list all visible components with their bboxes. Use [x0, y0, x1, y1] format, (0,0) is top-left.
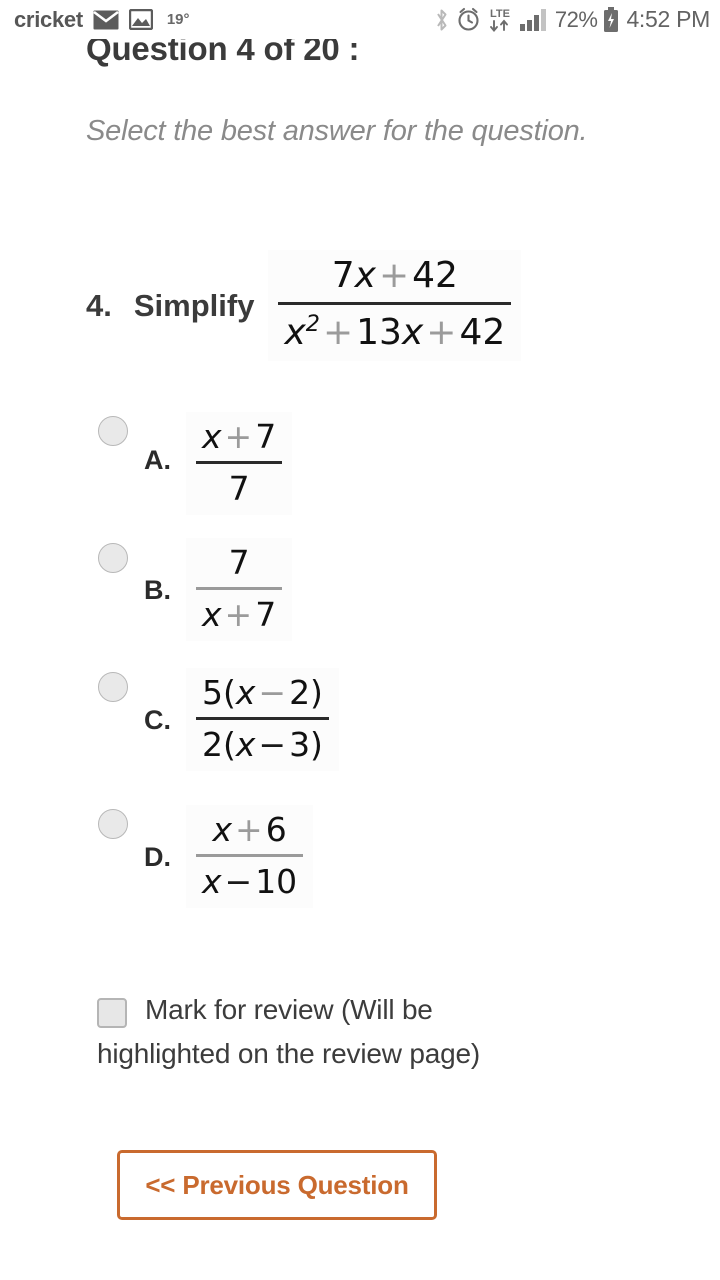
option-b-numerator: 7	[228, 543, 250, 582]
mark-review-line-1: Mark for review (Will be	[145, 994, 433, 1025]
question-denominator: x2+13x+42	[284, 311, 506, 353]
signal-bars-icon	[519, 7, 549, 32]
status-bar-left: cricket 19°	[14, 7, 190, 33]
carrier-label: cricket	[14, 6, 83, 32]
option-b-letter: B.	[144, 575, 171, 605]
option-d-numerator: x+6	[212, 810, 287, 849]
question-expression: 7x+42 x2+13x+42	[268, 250, 522, 361]
option-c-expression: 5(x−2) 2(x−3)	[186, 668, 339, 771]
radio-option-d[interactable]	[98, 809, 128, 839]
clock-label: 4:52 PM	[626, 6, 710, 32]
quiz-page-content: Question 4 of 20 : Select the best answe…	[0, 0, 720, 1280]
option-a-denominator: 7	[228, 469, 250, 508]
option-a-letter: A.	[144, 445, 171, 475]
mail-icon	[93, 10, 119, 30]
option-d-expression: x+6 x−10	[186, 805, 314, 908]
status-bar: cricket 19° LTE 72% 4:52 PM	[0, 0, 720, 39]
instruction-text: Select the best answer for the question.	[86, 115, 588, 147]
option-a-numerator: x+7	[202, 417, 277, 456]
option-c-denominator: 2(x−3)	[202, 725, 323, 764]
fraction-bar	[196, 854, 304, 857]
question-verb: Simplify	[133, 287, 255, 323]
option-b-denominator: x+7	[202, 595, 277, 634]
photo-icon	[128, 9, 153, 30]
lte-icon: LTE	[487, 6, 513, 33]
fraction-bar	[196, 717, 329, 720]
radio-option-a[interactable]	[98, 416, 128, 446]
option-c-letter: C.	[144, 705, 171, 735]
radio-option-c[interactable]	[98, 672, 128, 702]
fraction-bar	[196, 587, 283, 590]
previous-question-button[interactable]: << Previous Question	[117, 1150, 437, 1220]
temperature-label: 19°	[166, 11, 190, 28]
mark-review-line-2: highlighted on the review page)	[97, 1038, 480, 1069]
mark-for-review-checkbox[interactable]	[97, 998, 127, 1028]
mark-for-review-label: Mark for review (Will be highlighted on t…	[97, 988, 637, 1076]
mark-for-review-row[interactable]: Mark for review (Will be highlighted on t…	[97, 988, 637, 1076]
question-number: 4.	[86, 287, 112, 323]
svg-text:LTE: LTE	[490, 8, 510, 20]
fraction-bar	[196, 461, 283, 464]
app-screen: Question 4 of 20 : Select the best answe…	[0, 0, 720, 1280]
alarm-icon	[456, 7, 481, 32]
option-a-expression: x+7 7	[186, 412, 293, 515]
option-d-letter: D.	[144, 842, 171, 872]
radio-option-b[interactable]	[98, 543, 128, 573]
bluetooth-icon	[433, 7, 450, 33]
question-stem-row: 4. Simplify 7x+42 x2+13x+42	[86, 250, 522, 361]
fraction-bar	[278, 302, 512, 305]
option-b-expression: 7 x+7	[186, 538, 293, 641]
question-numerator: 7x+42	[331, 255, 458, 296]
battery-icon	[603, 6, 619, 33]
option-c-numerator: 5(x−2)	[202, 673, 323, 712]
status-bar-right: LTE 72% 4:52 PM	[433, 6, 710, 33]
battery-percent-label: 72%	[554, 6, 598, 32]
option-d-denominator: x−10	[202, 862, 298, 901]
